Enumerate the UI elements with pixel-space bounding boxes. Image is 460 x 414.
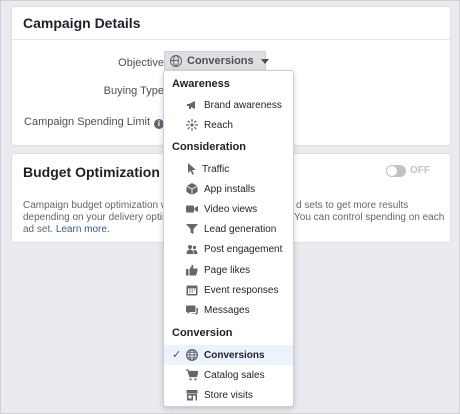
checkmark-icon: ✓: [172, 349, 182, 361]
video-camera-icon: [186, 205, 198, 213]
menu-item-brand-awareness[interactable]: Brand awareness: [164, 95, 293, 115]
desc-line-3-text: ad set.: [23, 224, 54, 235]
megaphone-icon: [187, 101, 195, 109]
desc-line-3: ad set. Learn more.: [23, 224, 110, 236]
shopping-cart-icon: [186, 369, 198, 381]
cursor-icon: [188, 163, 196, 175]
objective-menu: Awareness Brand awareness Reach Consider…: [163, 70, 294, 407]
spending-limit-label: Campaign Spending Limit: [24, 116, 150, 128]
thumbs-up-icon: [186, 265, 198, 276]
menu-item-event-responses[interactable]: Event responses: [164, 280, 293, 300]
globe-icon: [170, 55, 182, 67]
people-icon: [186, 245, 198, 254]
menu-item-catalog-sales[interactable]: Catalog sales: [164, 365, 293, 385]
menu-item-label: Conversions: [204, 349, 265, 361]
desc-line-2b: You can control spending on each: [294, 212, 445, 223]
menu-item-label: Post engagement: [204, 243, 283, 255]
desc-line-1b: d sets to get more results: [296, 200, 409, 211]
reach-icon: [186, 119, 198, 131]
desc-line-2a: depending on your delivery optimiz: [23, 212, 178, 223]
objective-dropdown[interactable]: Conversions: [164, 51, 269, 71]
menu-item-label: Page likes: [204, 264, 251, 276]
menu-item-label: App installs: [204, 183, 256, 195]
buying-type-label: Buying Type: [103, 85, 164, 97]
caret-down-icon: [260, 58, 269, 64]
menu-item-conversions[interactable]: ✓ Conversions: [164, 345, 293, 365]
budget-optimization-title: Budget Optimization: [23, 164, 160, 180]
learn-more-link[interactable]: Learn more.: [56, 224, 110, 235]
menu-item-label: Catalog sales: [204, 369, 265, 381]
campaign-details-title: Campaign Details: [12, 7, 450, 40]
menu-item-video-views[interactable]: Video views: [164, 199, 293, 219]
menu-item-label: Store visits: [204, 389, 253, 401]
funnel-icon: [186, 224, 198, 234]
chat-bubble-icon: [186, 305, 198, 315]
objective-label: Objective: [118, 57, 164, 69]
menu-item-messages[interactable]: Messages: [164, 300, 293, 320]
menu-item-store-visits[interactable]: Store visits: [164, 385, 293, 405]
budget-optimization-toggle[interactable]: [386, 165, 406, 177]
menu-item-post-engagement[interactable]: Post engagement: [164, 239, 293, 259]
menu-item-label: Lead generation: [204, 223, 277, 235]
menu-item-page-likes[interactable]: Page likes: [164, 260, 293, 280]
cube-icon: [186, 183, 198, 195]
menu-item-label: Event responses: [204, 284, 279, 296]
menu-item-label: Reach: [204, 119, 233, 131]
section-awareness: Awareness: [172, 78, 230, 90]
menu-item-lead-generation[interactable]: Lead generation: [164, 219, 293, 239]
toggle-state-label: OFF: [410, 165, 430, 176]
menu-item-label: Traffic: [202, 163, 230, 175]
menu-item-label: Video views: [204, 203, 258, 215]
globe-icon: [186, 349, 198, 361]
store-icon: [186, 390, 198, 401]
desc-line-1a: Campaign budget optimization wil: [23, 200, 173, 211]
objective-value: Conversions: [187, 55, 254, 67]
menu-item-label: Messages: [204, 304, 250, 316]
spending-limit-label-row: Campaign Spending Limit i: [24, 116, 164, 129]
calendar-icon: [186, 285, 198, 296]
menu-item-traffic[interactable]: Traffic: [164, 159, 293, 179]
menu-item-app-installs[interactable]: App installs: [164, 179, 293, 199]
menu-item-label: Brand awareness: [204, 99, 282, 111]
section-consideration: Consideration: [172, 141, 246, 153]
menu-item-reach[interactable]: Reach: [164, 115, 293, 135]
section-conversion: Conversion: [172, 327, 233, 339]
